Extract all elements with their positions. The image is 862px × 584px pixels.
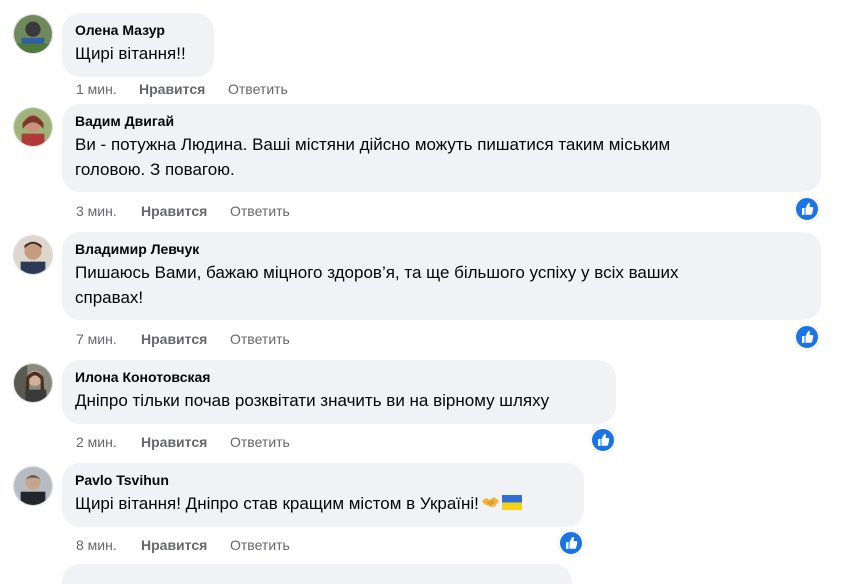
comment-text: Дніпро тільки почав розквітати значить в… <box>75 391 550 410</box>
avatar[interactable] <box>13 363 53 403</box>
comment-bubble: Владимир Левчук Пишаюсь Вами, бажаю міцн… <box>62 232 821 320</box>
comment-author[interactable]: Вадим Двигай <box>75 112 808 130</box>
reply-button[interactable]: Ответить <box>230 433 290 451</box>
avatar[interactable] <box>13 14 53 54</box>
comment-text-line: Ви - потужна Людина. Ваші містяни дійсно… <box>75 135 671 154</box>
comment-time[interactable]: 1 мин. <box>76 80 117 98</box>
like-button[interactable]: Нравится <box>141 433 207 451</box>
comment-bubble: Pavlo Tsvihun Щирі вітання! Дніпро став … <box>62 463 584 527</box>
comment-author[interactable]: Владимир Левчук <box>75 240 808 258</box>
like-button[interactable]: Нравится <box>139 80 205 98</box>
comment-time[interactable]: 2 мин. <box>76 433 117 451</box>
avatar[interactable] <box>13 107 53 147</box>
thumbs-up-icon[interactable] <box>558 530 584 556</box>
comment-text-line: справах! <box>75 288 144 307</box>
like-button[interactable]: Нравится <box>141 536 207 554</box>
thumbs-up-icon[interactable] <box>590 427 616 453</box>
comment-text-line: головою. З повагою. <box>75 160 235 179</box>
comment-author[interactable]: Pavlo Tsvihun <box>75 471 571 489</box>
comment-text: Щирі вітання!! <box>75 44 186 63</box>
comment-author[interactable]: Олена Мазур <box>75 21 201 39</box>
next-comment-bubble-partial <box>62 564 572 584</box>
comment-text: Щирі вітання! Дніпро став кращим містом … <box>75 491 571 517</box>
comment-time[interactable]: 3 мин. <box>76 202 117 220</box>
comment-bubble: Илона Конотовская Дніпро тільки почав ро… <box>62 360 616 424</box>
comment-author[interactable]: Илона Конотовская <box>75 368 603 386</box>
like-button[interactable]: Нравится <box>141 202 207 220</box>
reply-button[interactable]: Ответить <box>230 202 290 220</box>
reply-button[interactable]: Ответить <box>230 330 290 348</box>
comment-text-content: Щирі вітання! Дніпро став кращим містом … <box>75 494 479 513</box>
reply-button[interactable]: Ответить <box>228 80 288 98</box>
comment-text-line: Пишаюсь Вами, бажаю міцного здоров’я, та… <box>75 263 679 282</box>
ukraine-flag-icon <box>501 492 522 517</box>
comment-bubble: Олена Мазур Щирі вітання!! <box>62 13 214 77</box>
reply-button[interactable]: Ответить <box>230 536 290 554</box>
handshake-emoji-icon <box>481 492 500 517</box>
thumbs-up-icon[interactable] <box>794 324 820 350</box>
comment-bubble: Вадим Двигай Ви - потужна Людина. Ваші м… <box>62 104 821 192</box>
comment-time[interactable]: 7 мин. <box>76 330 117 348</box>
avatar[interactable] <box>13 235 53 275</box>
comment-time[interactable]: 8 мин. <box>76 536 117 554</box>
like-button[interactable]: Нравится <box>141 330 207 348</box>
avatar[interactable] <box>13 466 53 506</box>
thumbs-up-icon[interactable] <box>794 196 820 222</box>
